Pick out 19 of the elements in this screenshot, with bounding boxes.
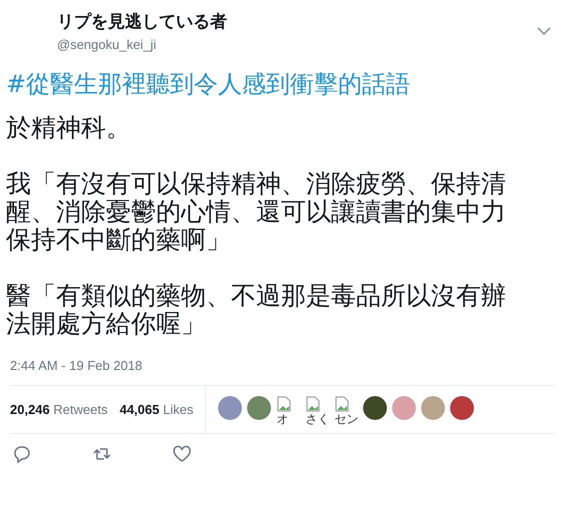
chevron-down-icon[interactable] xyxy=(537,26,551,36)
reply-icon[interactable] xyxy=(12,444,32,464)
image-alt-text: オ xyxy=(276,412,288,426)
tweet-paragraph: 醫「有類似的藥物、不過那是毒品所以沒有辦 法開處方給你喔」 xyxy=(6,282,507,338)
avatar-icon[interactable] xyxy=(450,396,474,420)
image-alt-text: セン xyxy=(334,412,358,426)
image-alt-text: さく xyxy=(305,412,330,426)
author-handle[interactable]: @sengoku_kei_ji xyxy=(57,37,227,52)
stat-count[interactable]: 20,246 Retweets xyxy=(10,402,108,417)
broken-image-icon xyxy=(276,396,292,412)
broken-image-icon xyxy=(305,396,322,412)
tweet-paragraph: 我「有沒有可以保持精神、消除疲勞、保持清 醒、消除憂鬱的心情、還可以讓讀書的集中力 保持不中斷的藥啊」 xyxy=(6,170,507,254)
heart-icon[interactable] xyxy=(172,444,192,464)
timestamp[interactable]: 2:44 AM - 19 Feb 2018 xyxy=(0,338,565,373)
tweet-paragraph: 於精神科。 xyxy=(6,114,132,142)
broken-image-icon xyxy=(334,396,350,412)
avatar-icon[interactable] xyxy=(363,396,388,420)
author-name[interactable]: リプを見逃している者 xyxy=(57,10,227,33)
stat-count[interactable]: 44,065 Likes xyxy=(120,402,194,417)
